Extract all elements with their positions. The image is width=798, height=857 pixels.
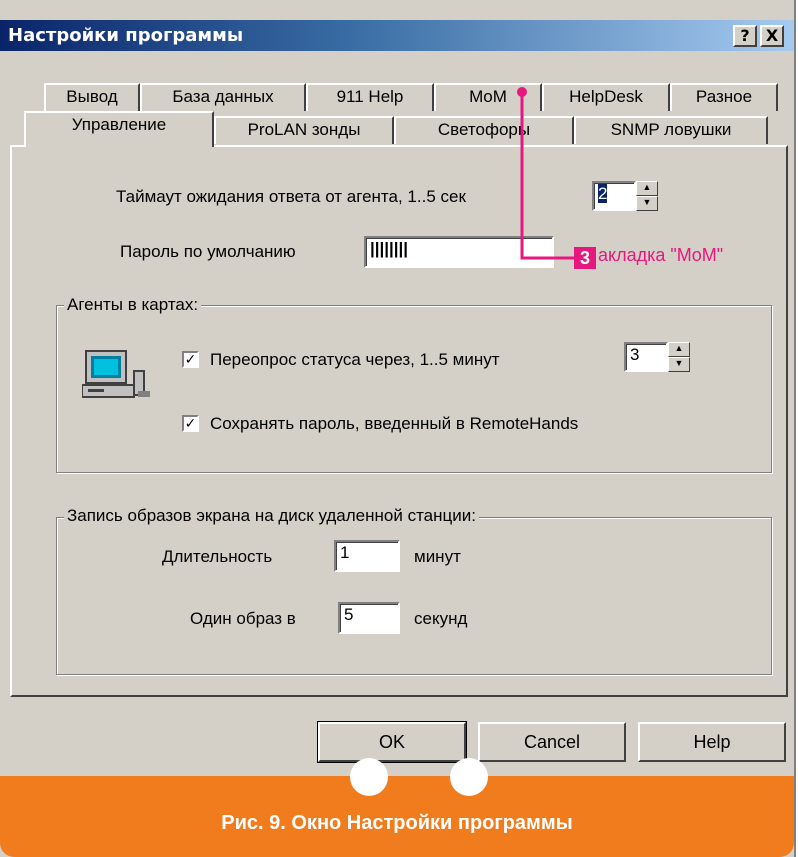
tab-control[interactable]: Управление [24,111,214,147]
spin-up-icon[interactable]: ▲ [636,181,658,196]
tab-prolan-probes[interactable]: ProLAN зонды [214,116,394,144]
poll-checkbox[interactable]: ✓ [182,351,199,368]
figure-caption-bar: Рис. 9. Окно Настройки программы [0,758,794,857]
password-label: Пароль по умолчанию [120,242,296,261]
frame-interval-label: Один образ в [190,609,296,628]
tab-database[interactable]: База данных [140,83,306,111]
spin-up-icon[interactable]: ▲ [668,342,690,357]
close-button[interactable]: X [760,25,784,47]
spin-down-icon[interactable]: ▼ [636,196,658,211]
duration-unit: минут [414,547,461,566]
tab-911-help[interactable]: 911 Help [306,83,434,111]
cancel-button[interactable]: Cancel [478,722,626,762]
computer-icon [82,350,150,398]
timeout-label: Таймаут ожидания ответа от агента, 1..5 … [116,187,466,206]
screen-capture-group [56,517,772,675]
tab-misc[interactable]: Разное [670,83,778,111]
tab-output[interactable]: Вывод [44,83,140,111]
tab-mom[interactable]: MoM [434,83,542,111]
caption-dot-left [350,758,388,796]
save-password-checkbox[interactable]: ✓ [182,415,199,432]
save-password-label: Сохранять пароль, введенный в RemoteHand… [210,414,579,433]
window-title: Настройки программы [8,25,244,46]
tab-traffic-lights[interactable]: Светофоры [394,116,574,144]
callout-text: акладка "MoM" [598,245,724,265]
ok-button[interactable]: OK [317,721,467,763]
tab-panel-control: Таймаут ожидания ответа от агента, 1..5 … [10,145,788,697]
agents-group [56,305,772,473]
password-input[interactable]: |||||||| [364,236,554,268]
spin-down-icon[interactable]: ▼ [668,357,690,372]
title-bar: Настройки программы ? X [0,20,794,51]
agents-group-title: Агенты в картах: [64,295,202,315]
timeout-spinner[interactable]: ▲ ▼ [636,181,658,211]
duration-input[interactable]: 1 [334,540,400,572]
screen-capture-group-title: Запись образов экрана на диск удаленной … [64,506,479,526]
poll-label: Переопрос статуса через, 1..5 минут [210,350,500,369]
figure-caption: Рис. 9. Окно Настройки программы [221,812,573,834]
tab-helpdesk[interactable]: HelpDesk [542,83,670,111]
duration-label: Длительность [162,547,273,566]
callout-number: 3 [574,247,596,269]
poll-interval-input[interactable]: 3 [624,342,668,372]
timeout-input[interactable]: 2 [592,181,636,211]
frame-interval-unit: секунд [414,609,468,628]
poll-interval-spinner[interactable]: ▲ ▼ [668,342,690,372]
help-title-button[interactable]: ? [733,25,757,47]
frame-interval-input[interactable]: 5 [338,602,400,634]
caption-dot-right [450,758,488,796]
settings-window: Настройки программы ? X Вывод База данны… [0,0,796,857]
help-button[interactable]: Help [638,722,786,762]
tab-snmp-traps[interactable]: SNMP ловушки [574,116,768,144]
